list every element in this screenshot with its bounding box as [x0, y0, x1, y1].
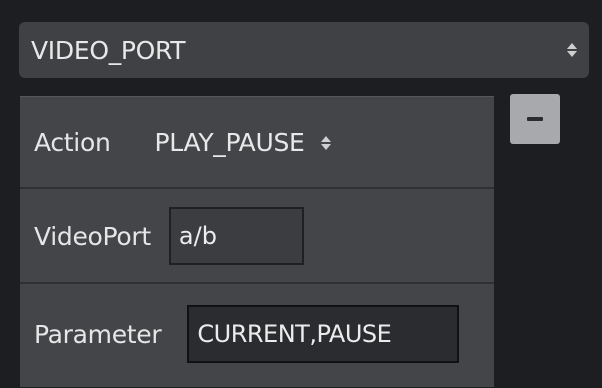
port-type-select[interactable]: VIDEO_PORT	[19, 22, 589, 78]
action-label: Action	[34, 128, 111, 157]
videoport-label: VideoPort	[34, 221, 151, 251]
parameter-row: Parameter CURRENT,PAUSE	[20, 284, 494, 384]
action-value: PLAY_PAUSE	[154, 128, 305, 157]
port-type-value: VIDEO_PORT	[31, 35, 186, 65]
videoport-row: VideoPort a/b	[20, 189, 494, 283]
parameter-label: Parameter	[34, 319, 162, 349]
updown-arrows-icon	[567, 43, 577, 57]
minus-icon	[527, 117, 543, 121]
videoport-input[interactable]: a/b	[168, 207, 304, 265]
remove-action-button[interactable]	[510, 94, 560, 144]
action-panel: Action PLAY_PAUSE VideoPort a/b Paramete…	[20, 96, 494, 387]
parameter-input[interactable]: CURRENT,PAUSE	[187, 305, 460, 363]
action-row: Action PLAY_PAUSE	[20, 97, 494, 188]
updown-arrows-icon	[320, 135, 331, 150]
action-select[interactable]: PLAY_PAUSE	[155, 128, 331, 157]
